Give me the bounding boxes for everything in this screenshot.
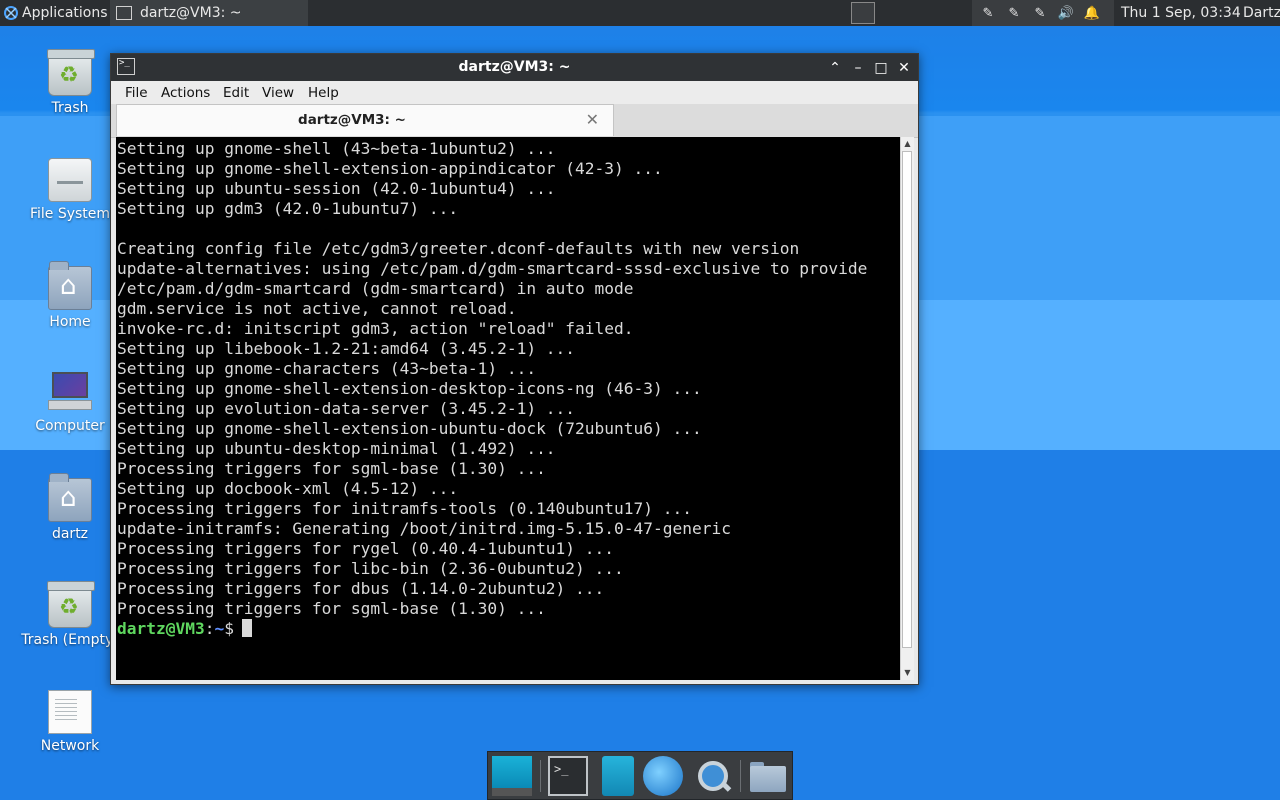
- terminal-line: invoke-rc.d: initscript gdm3, action "re…: [117, 319, 634, 338]
- window-titlebar[interactable]: dartz@VM3: ~ ⌃ – □ ✕: [111, 54, 918, 81]
- file-manager-icon[interactable]: [602, 756, 634, 796]
- window-title: dartz@VM3: ~: [458, 59, 571, 75]
- web-browser-icon[interactable]: [643, 756, 683, 796]
- menu-view[interactable]: View: [262, 85, 294, 101]
- document-icon: [48, 690, 92, 734]
- tab-terminal[interactable]: dartz@VM3: ~ ✕: [116, 104, 614, 136]
- trash-icon: [47, 49, 95, 96]
- desktop-icon-label: Network: [40, 738, 100, 754]
- terminal-line: Setting up docbook-xml (4.5-12) ...: [117, 479, 459, 498]
- desktop-icon-trash[interactable]: Trash: [20, 49, 120, 116]
- terminal-line: Processing triggers for dbus (1.14.0-2ub…: [117, 579, 605, 598]
- terminal-line: Setting up gnome-shell-extension-ubuntu-…: [117, 419, 702, 438]
- folder-icon[interactable]: [748, 756, 788, 796]
- trash-icon: [47, 581, 95, 628]
- terminal-icon: [116, 6, 132, 20]
- roll-up-button[interactable]: ⌃: [825, 58, 845, 78]
- terminal-line: gdm.service is not active, cannot reload…: [117, 299, 517, 318]
- desktop-icon-file-system[interactable]: File System: [20, 158, 120, 222]
- network-icon[interactable]: ✎: [1001, 0, 1027, 26]
- prompt-separator: :: [204, 619, 215, 638]
- desktop-icon-label: Trash (Empty): [21, 632, 119, 648]
- terminal-window: dartz@VM3: ~ ⌃ – □ ✕ File Actions Edit V…: [110, 53, 919, 685]
- prompt-user: dartz@VM3: [117, 619, 205, 638]
- applications-label: Applications: [22, 5, 108, 21]
- terminal-line: Setting up gnome-shell-extension-appindi…: [117, 159, 663, 178]
- desktop-icon-label: Computer: [35, 418, 105, 434]
- terminal-output[interactable]: Setting up gnome-shell (43~beta-1ubuntu2…: [116, 137, 900, 680]
- menu-file[interactable]: File: [125, 85, 148, 101]
- computer-icon: [48, 370, 92, 414]
- terminal-line: Processing triggers for rygel (0.40.4-1u…: [117, 539, 615, 558]
- drive-icon: [48, 158, 92, 202]
- maximize-button[interactable]: □: [871, 58, 891, 78]
- applications-menu-button[interactable]: Applications: [0, 0, 108, 26]
- clock[interactable]: Thu 1 Sep, 03:34: [1121, 0, 1241, 26]
- scroll-up-arrow-icon[interactable]: ▲: [901, 138, 914, 150]
- scroll-down-arrow-icon[interactable]: ▼: [901, 667, 914, 679]
- taskbar-window-title: dartz@VM3: ~: [140, 5, 242, 21]
- desktop-icon-label: dartz: [51, 526, 89, 542]
- home-folder-icon: [48, 261, 92, 310]
- dock-separator: [740, 760, 741, 792]
- terminal-line: Processing triggers for sgml-base (1.30)…: [117, 599, 546, 618]
- dock-separator: [540, 760, 541, 792]
- terminal-line: /etc/pam.d/gdm-smartcard (gdm-smartcard)…: [117, 279, 634, 298]
- terminal-launcher-icon[interactable]: [851, 2, 875, 24]
- home-folder-icon: [48, 473, 92, 522]
- desktop-icon-label: Home: [49, 314, 91, 330]
- prompt-line: dartz@VM3:~$: [117, 619, 900, 639]
- terminal-line: Creating config file /etc/gdm3/greeter.d…: [117, 239, 800, 258]
- terminal-line: Processing triggers for libc-bin (2.36-0…: [117, 559, 624, 578]
- menu-actions[interactable]: Actions: [161, 85, 210, 101]
- close-button[interactable]: ✕: [894, 58, 914, 78]
- menu-help[interactable]: Help: [308, 85, 339, 101]
- desktop-icon-label: Trash: [51, 100, 89, 116]
- xfce-logo-icon: [4, 6, 18, 20]
- terminal-line: Processing triggers for sgml-base (1.30)…: [117, 459, 546, 478]
- desktop-icon-label: File System: [29, 206, 111, 222]
- prompt-path: ~: [214, 619, 225, 638]
- desktop-icon-trash-empty[interactable]: Trash (Empty): [20, 581, 120, 648]
- top-panel: Applications dartz@VM3: ~ ✎ ✎ ✎ 🔊 🔔 Thu …: [0, 0, 1280, 26]
- terminal-line: update-initramfs: Generating /boot/initr…: [117, 519, 731, 538]
- menu-bar: File Actions Edit View Help: [111, 81, 918, 104]
- show-desktop-icon[interactable]: [492, 756, 532, 796]
- network-icon[interactable]: ✎: [975, 0, 1001, 26]
- app-finder-icon[interactable]: [693, 756, 733, 796]
- tab-label: dartz@VM3: ~: [298, 112, 406, 128]
- terminal-line: Setting up gdm3 (42.0-1ubuntu7) ...: [117, 199, 459, 218]
- terminal-line: Setting up ubuntu-desktop-minimal (1.492…: [117, 439, 556, 458]
- desktop-icon-network[interactable]: Network: [20, 690, 120, 754]
- terminal-line: Setting up gnome-shell-extension-desktop…: [117, 379, 702, 398]
- user-menu[interactable]: Dartz: [1243, 0, 1280, 26]
- terminal-icon[interactable]: [548, 756, 588, 796]
- menu-edit[interactable]: Edit: [223, 85, 249, 101]
- desktop-icon-dartz[interactable]: dartz: [20, 473, 120, 542]
- terminal-line: Setting up gnome-characters (43~beta-1) …: [117, 359, 537, 378]
- scrollbar-thumb[interactable]: [902, 151, 912, 648]
- text-cursor: [241, 619, 252, 637]
- vertical-scrollbar[interactable]: ▲ ▼: [900, 137, 914, 680]
- volume-icon[interactable]: 🔊: [1053, 0, 1079, 26]
- desktop-icon-computer[interactable]: Computer: [20, 370, 120, 434]
- terminal-line: Setting up gnome-shell (43~beta-1ubuntu2…: [117, 139, 556, 158]
- system-tray: ✎ ✎ ✎ 🔊 🔔: [975, 0, 1105, 26]
- minimize-button[interactable]: –: [848, 58, 868, 78]
- terminal-line: Setting up ubuntu-session (42.0-1ubuntu4…: [117, 179, 556, 198]
- terminal-line: update-alternatives: using /etc/pam.d/gd…: [117, 259, 868, 278]
- prompt-symbol: $: [224, 619, 234, 638]
- terminal-line: Processing triggers for initramfs-tools …: [117, 499, 692, 518]
- tab-bar: dartz@VM3: ~ ✕: [111, 104, 918, 138]
- dock: [487, 751, 793, 800]
- desktop-icon-home[interactable]: Home: [20, 261, 120, 330]
- network-icon[interactable]: ✎: [1027, 0, 1053, 26]
- taskbar-window-button[interactable]: dartz@VM3: ~: [110, 0, 308, 26]
- terminal-line: Setting up libebook-1.2-21:amd64 (3.45.2…: [117, 339, 576, 358]
- tab-close-icon[interactable]: ✕: [586, 110, 599, 129]
- notification-bell-icon[interactable]: 🔔: [1079, 0, 1105, 26]
- terminal-line: Setting up evolution-data-server (3.45.2…: [117, 399, 576, 418]
